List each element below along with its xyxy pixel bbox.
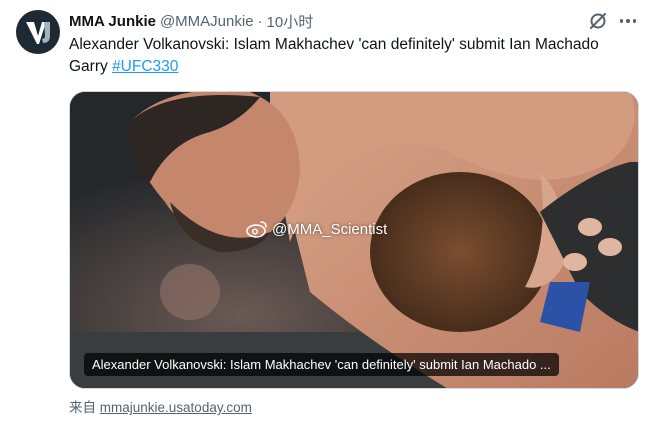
tweet-text: Alexander Volkanovski: Islam Makhachev '… [69, 34, 629, 78]
image-watermark: @MMA_Scientist [246, 220, 387, 238]
tweet-header: MMA Junkie @MMAJunkie · 10小时 [69, 11, 596, 31]
mma-junkie-logo-icon [26, 22, 50, 44]
link-card-title[interactable]: Alexander Volkanovski: Islam Makhachev '… [84, 353, 559, 376]
grok-icon[interactable] [587, 10, 609, 32]
author-name[interactable]: MMA Junkie [69, 13, 156, 30]
author-handle[interactable]: @MMAJunkie [160, 13, 254, 30]
weibo-icon [246, 221, 267, 238]
avatar[interactable] [16, 10, 60, 54]
more-icon[interactable] [617, 10, 639, 32]
source-prefix: 来自 [69, 400, 100, 415]
link-card-image[interactable]: @MMA_Scientist Alexander Volkanovski: Is… [69, 91, 639, 389]
tweet-timestamp[interactable]: 10小时 [267, 11, 314, 32]
separator-dot: · [257, 12, 263, 30]
watermark-text: @MMA_Scientist [272, 220, 388, 238]
hashtag-link[interactable]: #UFC330 [112, 58, 178, 75]
source-domain-link[interactable]: mmajunkie.usatoday.com [100, 400, 252, 415]
fight-photo [70, 92, 638, 388]
link-source: 来自 mmajunkie.usatoday.com [69, 396, 252, 416]
